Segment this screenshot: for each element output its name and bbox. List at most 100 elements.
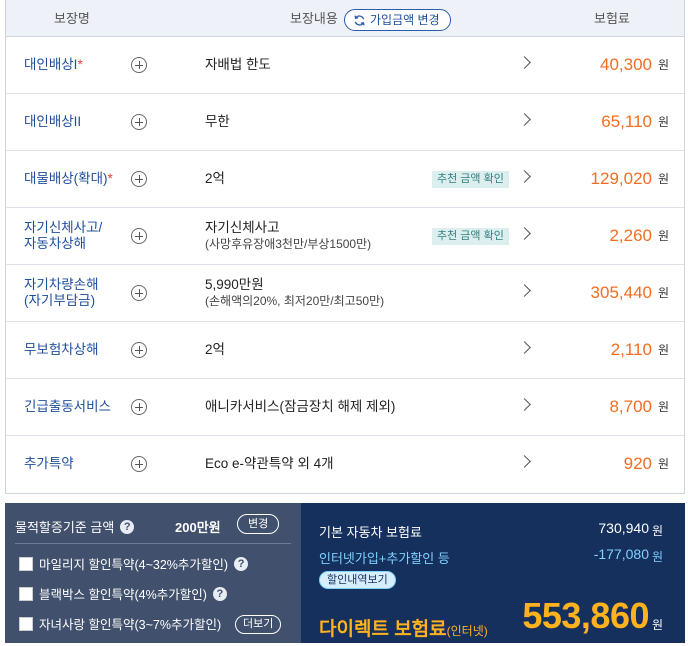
coverage-price: 2,260 <box>609 226 652 245</box>
table-row[interactable]: 대인배상II 무한 65,110 원 <box>6 94 684 151</box>
plus-circle-icon[interactable] <box>131 228 147 244</box>
recommend-amount-button[interactable]: 추천 금액 확인 <box>432 171 509 188</box>
coverage-price: 65,110 <box>601 112 652 131</box>
table-row[interactable]: 추가특약 Eco e-약관특약 외 4개 920 원 <box>6 436 684 493</box>
table-row[interactable]: 대물배상(확대)* 2억 추천 금액 확인 129,020 원 <box>6 151 684 208</box>
child-discount-checkbox[interactable] <box>19 616 33 631</box>
currency-unit: 원 <box>657 457 669 471</box>
coverage-name-line1: 대인배상I <box>24 57 78 72</box>
coverage-content-main: Eco e-약관특약 외 4개 <box>205 456 334 471</box>
coverage-name: 대물배상(확대)* <box>24 151 113 207</box>
child-discount-option[interactable]: 자녀사랑 할인특약(3~7%추가할인) <box>19 614 221 633</box>
plus-circle-icon[interactable] <box>131 57 147 73</box>
chevron-right-icon[interactable] <box>518 341 531 354</box>
chevron-right-icon[interactable] <box>518 113 531 126</box>
coverage-name-line1: 추가특약 <box>24 456 74 471</box>
property-surcharge-text: 물적할증기준 금액 <box>15 520 115 535</box>
plus-circle-icon[interactable] <box>131 456 147 472</box>
help-icon[interactable]: ? <box>212 586 227 601</box>
blackbox-discount-checkbox[interactable] <box>19 586 33 601</box>
coverage-name-line1: 자기차량손해 <box>24 277 99 292</box>
discount-detail-button[interactable]: 할인내역보기 <box>319 571 396 589</box>
recommend-amount-button[interactable]: 추천 금액 확인 <box>432 228 509 245</box>
chevron-right-icon[interactable] <box>518 398 531 411</box>
chevron-right-icon[interactable] <box>518 284 531 297</box>
chevron-right-icon[interactable] <box>518 56 531 69</box>
refresh-icon <box>354 14 365 26</box>
coverage-content: 2억 <box>205 322 225 378</box>
surcharge-change-button[interactable]: 변경 <box>237 514 280 534</box>
coverage-name-line1: 무보험차상해 <box>24 342 99 357</box>
header-coverage-name: 보장명 <box>54 11 90 26</box>
chevron-right-icon[interactable] <box>518 170 531 183</box>
coverage-name-line1: 대인배상II <box>24 114 82 129</box>
coverage-name-line1: 대물배상(확대) <box>24 171 108 186</box>
change-amount-label: 가입금액 변경 <box>370 13 440 27</box>
coverage-name: 무보험차상해 <box>24 322 99 378</box>
coverage-content-main: 무한 <box>205 114 230 129</box>
coverage-content-main: 2억 <box>205 342 225 357</box>
mileage-discount-checkbox[interactable] <box>19 556 33 571</box>
table-row[interactable]: 자기차량손해 (자기부담금) 5,990만원 (손해액의20%, 최저20만/최… <box>6 265 684 322</box>
change-amount-button[interactable]: 가입금액 변경 <box>344 9 451 31</box>
plus-circle-icon[interactable] <box>131 285 147 301</box>
coverage-content: 무한 <box>205 94 230 150</box>
coverage-price: 8,700 <box>609 397 652 416</box>
premium-total-panel: 기본 자동차 보험료 730,940 원 인터넷가입+추가할인 등 -177,0… <box>301 503 685 643</box>
help-icon[interactable]: ? <box>234 556 249 571</box>
direct-premium-value: 553,860 <box>522 595 649 636</box>
more-options-button[interactable]: 더보기 <box>235 615 282 634</box>
currency-unit: 원 <box>651 550 663 564</box>
coverage-content: 5,990만원 (손해액의20%, 최저20만/최고50만) <box>205 265 384 321</box>
plus-circle-icon[interactable] <box>131 114 147 130</box>
direct-premium-text: 다이렉트 보험료 <box>319 619 447 640</box>
coverage-content-main: 5,990만원 <box>205 277 264 292</box>
coverage-name: 대인배상I* <box>24 37 83 93</box>
currency-unit: 원 <box>657 58 669 72</box>
divider <box>15 543 291 544</box>
coverage-name: 자기차량손해 (자기부담금) <box>24 265 99 321</box>
coverage-table: 보장명 보장내용 가입금액 변경 보험료 대인배상I* 자배법 한도 40,30… <box>5 0 685 494</box>
blackbox-discount-label: 블랙박스 할인특약(4%추가할인) <box>39 588 207 602</box>
currency-unit: 원 <box>657 115 669 129</box>
table-row[interactable]: 자기신체사고/ 자동차상해 자기신체사고 (사망후유장애3천만/부상1500만)… <box>6 208 684 265</box>
coverage-name: 자기신체사고/ 자동차상해 <box>24 208 102 264</box>
table-row[interactable]: 긴급출동서비스 애니카서비스(잠금장치 해제 제외) 8,700 원 <box>6 379 684 436</box>
coverage-content-sub: (손해액의20%, 최저20만/최고50만) <box>205 294 385 308</box>
coverage-name-line2: 자동차상해 <box>24 236 87 251</box>
coverage-content-sub: (사망후유장애3천만/부상1500만) <box>205 237 372 251</box>
coverage-name-line2: (자기부담금) <box>24 293 96 308</box>
required-star: * <box>77 57 83 72</box>
property-surcharge-label: 물적할증기준 금액 ? <box>15 517 135 536</box>
chevron-right-icon[interactable] <box>518 227 531 240</box>
plus-circle-icon[interactable] <box>131 399 147 415</box>
coverage-name-line1: 자기신체사고/ <box>24 220 103 235</box>
table-row[interactable]: 무보험차상해 2억 2,110 원 <box>6 322 684 379</box>
mileage-discount-option[interactable]: 마일리지 할인특약(4~32%추가할인) ? <box>19 554 249 573</box>
coverage-price: 40,300 <box>600 55 652 74</box>
blackbox-discount-option[interactable]: 블랙박스 할인특약(4%추가할인) ? <box>19 584 227 603</box>
currency-unit: 원 <box>657 343 669 357</box>
header-coverage-content: 보장내용 <box>290 11 338 26</box>
base-premium-label: 기본 자동차 보험료 <box>319 525 422 540</box>
discount-label: 인터넷가입+추가할인 등 <box>319 551 450 566</box>
table-row[interactable]: 대인배상I* 자배법 한도 40,300 원 <box>6 37 684 94</box>
coverage-content: 2억 <box>205 151 225 207</box>
mileage-discount-label: 마일리지 할인특약(4~32%추가할인) <box>39 558 229 572</box>
chevron-right-icon[interactable] <box>518 455 531 468</box>
coverage-price: 2,110 <box>610 340 652 359</box>
discount-options-panel: 물적할증기준 금액 ? 200만원 변경 마일리지 할인특약(4~32%추가할인… <box>5 503 301 643</box>
currency-unit: 원 <box>651 524 663 538</box>
coverage-name: 추가특약 <box>24 436 74 492</box>
table-header: 보장명 보장내용 가입금액 변경 보험료 <box>6 0 684 37</box>
property-surcharge-value: 200만원 <box>175 520 221 535</box>
required-star: * <box>107 171 113 186</box>
plus-circle-icon[interactable] <box>131 171 147 187</box>
coverage-content: Eco e-약관특약 외 4개 <box>205 436 334 492</box>
currency-unit: 원 <box>657 172 669 186</box>
coverage-price: 920 <box>623 454 652 473</box>
help-icon[interactable]: ? <box>120 519 135 534</box>
child-discount-label: 자녀사랑 할인특약(3~7%추가할인) <box>39 618 222 632</box>
premium-summary: 물적할증기준 금액 ? 200만원 변경 마일리지 할인특약(4~32%추가할인… <box>5 503 685 643</box>
plus-circle-icon[interactable] <box>131 342 147 358</box>
